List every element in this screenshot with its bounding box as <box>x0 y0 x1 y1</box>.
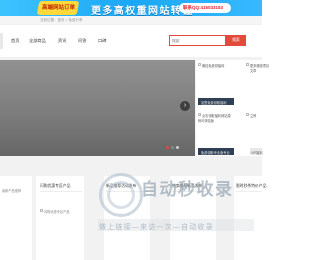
watermark-logo-ring <box>107 181 135 209</box>
right-item-3-text-line2: 码可体验版 <box>198 119 214 123</box>
right-item-1-text[interactable]: 微信免费领福利 <box>202 63 224 68</box>
right-item-4-text[interactable]: 立即 <box>250 113 256 118</box>
slider-overlay <box>0 60 195 156</box>
right-promo-column <box>196 60 262 156</box>
watermark-subtitle: 做上链接—来访一次—自动收录 <box>99 224 214 231</box>
card-image-label: 最新产品推荐 <box>2 189 22 193</box>
card-divider <box>236 191 262 192</box>
breadcrumb[interactable]: 当前位置：首页 > 免费分享 <box>40 18 83 23</box>
right-dark-bar-2-text: 免费领取专业版专业 <box>201 151 230 155</box>
slider-dot[interactable] <box>176 146 179 149</box>
card-divider <box>40 191 82 192</box>
search-button[interactable]: 搜索 <box>226 35 246 46</box>
nav-item-news[interactable]: 资讯 <box>58 38 66 44</box>
hero-slider[interactable] <box>0 60 195 156</box>
card-title[interactable]: 闪购优惠专区产品 <box>40 184 70 189</box>
promo-banner[interactable]: 高端网站订单 更多高权重网站转让 联系QQ:415033153 <box>0 0 262 16</box>
watermark-title: 自动秒收录 <box>141 180 234 199</box>
right-side-bar-text: VIP福利 <box>251 151 263 155</box>
broken-image-icon <box>198 63 201 66</box>
card-image-label: 闪购优惠专区产品 <box>44 210 70 214</box>
broken-image-icon <box>40 209 43 212</box>
broken-image-icon <box>246 113 249 116</box>
banner-badge-text: 高端网站订单 <box>42 5 76 11</box>
logo[interactable] <box>0 33 3 49</box>
card-title[interactable]: 限时秒杀特价产品 <box>236 184 266 189</box>
nav-item-home[interactable]: 首页 <box>11 38 19 44</box>
nav-item-reviews[interactable]: 口碑 <box>98 38 106 44</box>
banner-contact-text: 联系QQ:415033153 <box>183 5 224 10</box>
broken-image-icon <box>246 63 249 66</box>
slider-dot[interactable] <box>166 146 169 149</box>
slider-next-arrow-icon[interactable]: › <box>180 101 190 111</box>
page: 高端网站订单 更多高权重网站转让 联系QQ:415033153 当前位置：首页 … <box>0 0 269 260</box>
right-dark-bar-1-text: 加盟免费领取福利 <box>201 101 227 105</box>
slider-dot[interactable] <box>171 146 174 149</box>
nav-item-all-products[interactable]: 全部商品 <box>29 38 46 44</box>
broken-image-icon <box>198 113 201 116</box>
right-item-2-text-line2: 文章 <box>250 69 257 73</box>
search-input[interactable] <box>172 38 212 43</box>
nav-item-qa[interactable]: 问答 <box>78 38 86 44</box>
